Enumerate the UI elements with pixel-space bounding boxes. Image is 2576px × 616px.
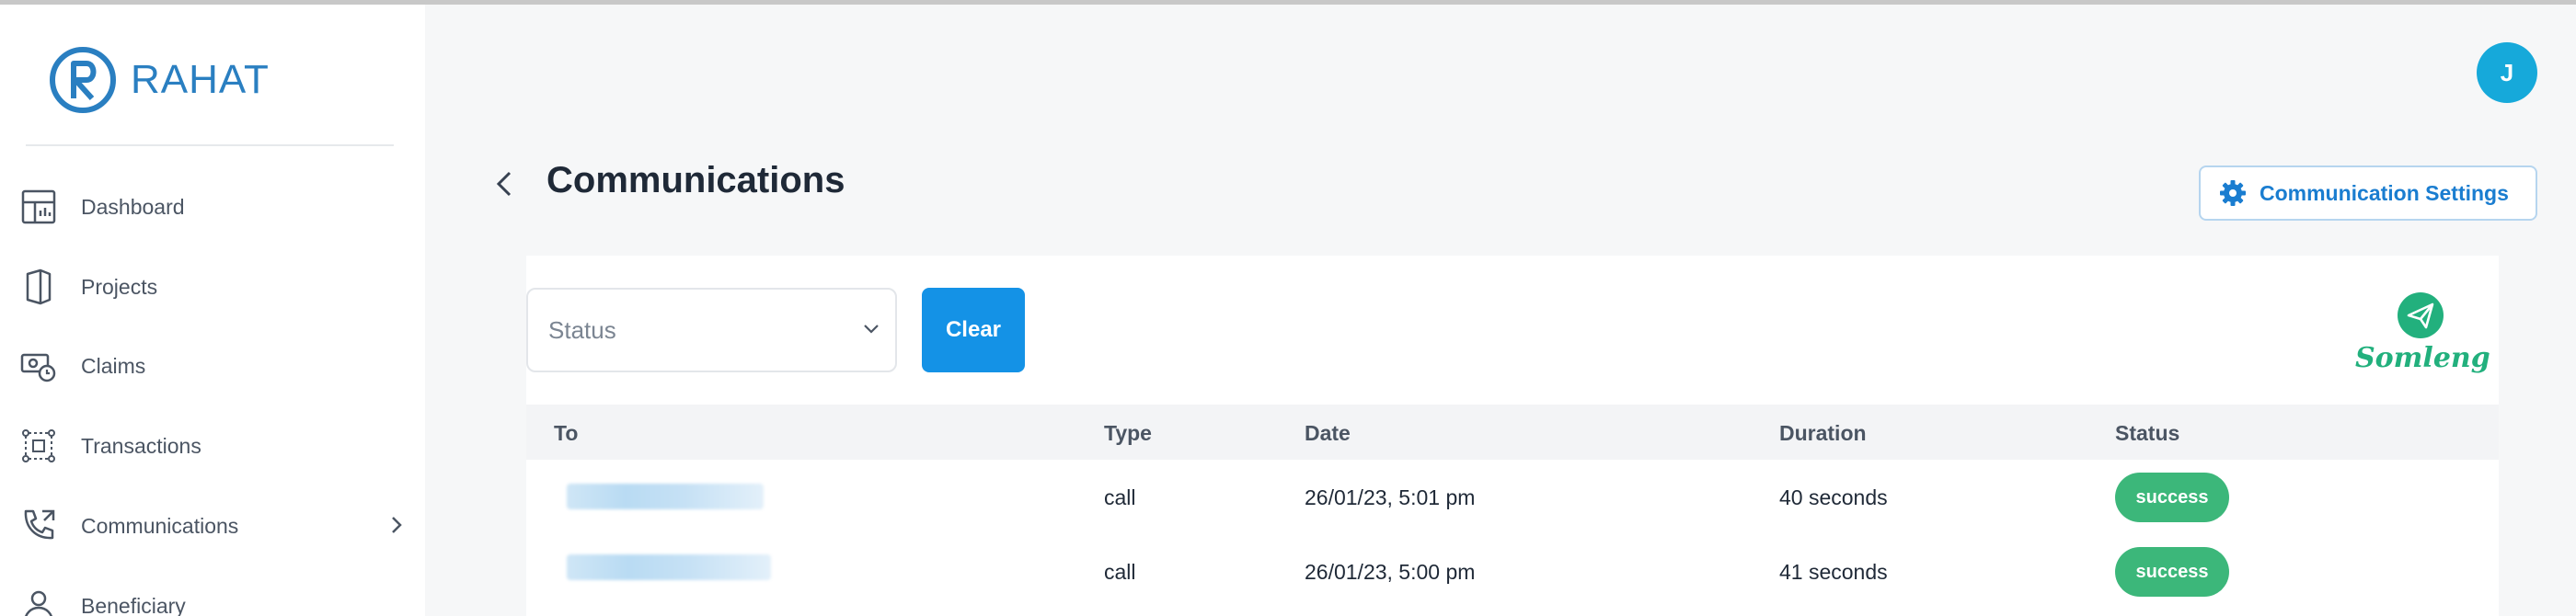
communication-settings-button[interactable]: Communication Settings xyxy=(2199,165,2537,221)
provider-name: Somleng xyxy=(2355,342,2490,374)
phone-icon xyxy=(18,506,59,546)
table-row[interactable]: call 26/01/23, 5:00 pm 41 seconds succes… xyxy=(526,534,2499,608)
sidebar: RAHAT Dashboard Projects Claims Transact… xyxy=(0,5,425,616)
sidebar-item-label: Claims xyxy=(81,353,146,378)
gear-icon xyxy=(2220,180,2246,206)
settings-button-label: Communication Settings xyxy=(2260,180,2509,205)
table-row[interactable]: call 26/01/23, 5:01 pm 40 seconds succes… xyxy=(526,460,2499,533)
column-header-type: Type xyxy=(1104,421,1152,445)
transactions-icon xyxy=(18,426,59,466)
status-badge: success xyxy=(2115,547,2229,597)
column-header-to: To xyxy=(554,421,579,445)
column-header-status: Status xyxy=(2115,421,2180,445)
sidebar-item-claims[interactable]: Claims xyxy=(18,338,414,394)
cell-duration: 40 seconds xyxy=(1779,485,1888,509)
cell-type: call xyxy=(1104,560,1136,584)
dashboard-icon xyxy=(18,187,59,227)
sidebar-item-label: Projects xyxy=(81,274,158,299)
sidebar-item-dashboard[interactable]: Dashboard xyxy=(18,179,414,234)
sidebar-item-transactions[interactable]: Transactions xyxy=(18,418,414,473)
sidebar-item-label: Beneficiary xyxy=(81,593,186,616)
sidebar-item-beneficiary[interactable]: Beneficiary xyxy=(18,578,414,616)
somleng-logo: Somleng xyxy=(2355,291,2490,379)
app-name: RAHAT xyxy=(131,57,270,102)
column-header-date: Date xyxy=(1305,421,1351,445)
back-button[interactable] xyxy=(486,165,523,202)
cell-type: call xyxy=(1104,485,1136,509)
cell-date: 26/01/23, 5:01 pm xyxy=(1305,485,1476,509)
claims-icon xyxy=(18,346,59,386)
sidebar-item-label: Transactions xyxy=(81,433,201,458)
status-filter-placeholder: Status xyxy=(548,315,616,344)
paper-plane-icon xyxy=(2398,292,2444,338)
status-filter-select[interactable]: Status xyxy=(526,288,897,372)
sidebar-item-label: Communications xyxy=(81,513,239,538)
status-badge: success xyxy=(2115,473,2229,522)
cell-duration: 41 seconds xyxy=(1779,560,1888,584)
sidebar-item-label: Dashboard xyxy=(81,194,185,219)
cell-date: 26/01/23, 5:00 pm xyxy=(1305,560,1476,584)
column-header-duration: Duration xyxy=(1779,421,1867,445)
rahat-logo-icon xyxy=(50,47,116,113)
projects-icon xyxy=(18,267,59,307)
chevron-left-icon xyxy=(496,171,512,197)
sidebar-item-communications[interactable]: Communications xyxy=(18,498,414,553)
chevron-down-icon xyxy=(862,323,880,340)
app-logo[interactable]: RAHAT xyxy=(48,45,270,115)
beneficiary-icon xyxy=(18,586,59,616)
clear-button[interactable]: Clear xyxy=(922,288,1025,372)
table-header: To Type Date Duration Status xyxy=(526,405,2499,460)
chevron-right-icon xyxy=(390,515,403,540)
user-avatar[interactable]: J xyxy=(2477,42,2537,103)
sidebar-divider xyxy=(26,144,394,146)
recipient-redacted xyxy=(567,554,771,580)
recipient-redacted xyxy=(567,484,764,509)
page-title: Communications xyxy=(546,160,845,200)
sidebar-item-projects[interactable]: Projects xyxy=(18,259,414,314)
